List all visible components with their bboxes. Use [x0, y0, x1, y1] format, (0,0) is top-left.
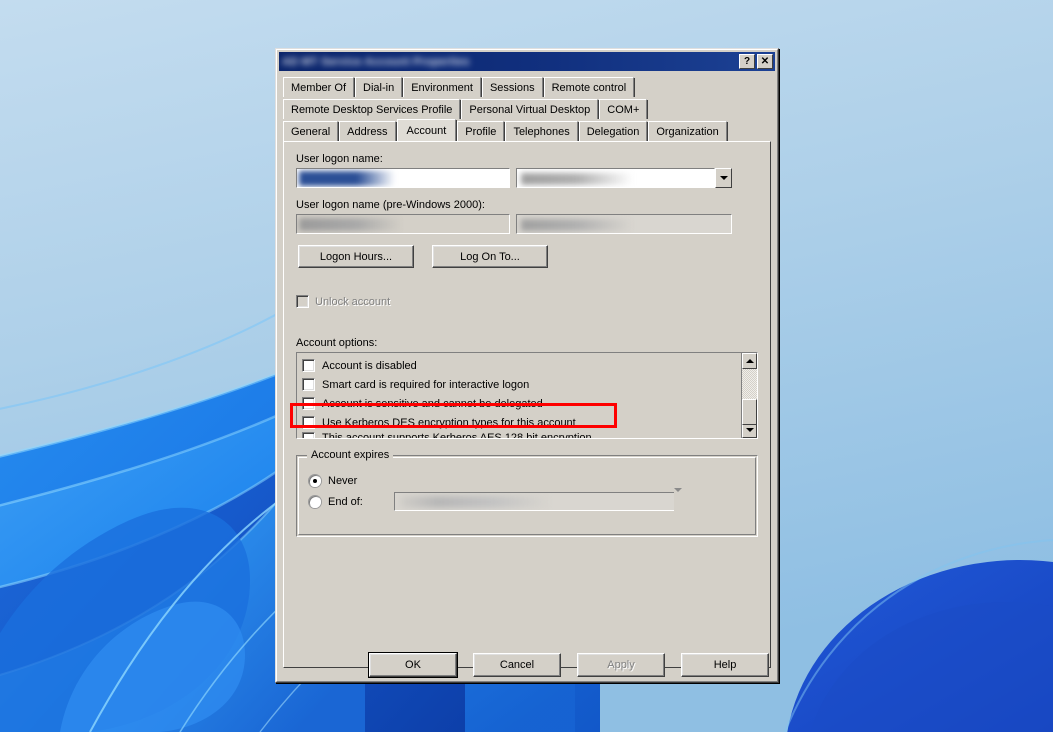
tab-strip: Member Of Dial-in Environment Sessions R…	[283, 76, 771, 141]
tab-account[interactable]: Account	[396, 119, 457, 141]
tab-organization[interactable]: Organization	[648, 121, 729, 141]
tab-profile[interactable]: Profile	[457, 121, 506, 141]
arrow-up-icon	[745, 359, 754, 363]
unlock-account-label: Unlock account	[315, 295, 391, 308]
list-item[interactable]: Use Kerberos DES encryption types for th…	[302, 413, 757, 432]
tab-row-2: Remote Desktop Services Profile Personal…	[283, 98, 771, 119]
user-logon-domain-combo[interactable]	[516, 168, 732, 188]
tab-delegation[interactable]: Delegation	[578, 121, 648, 141]
account-expires-title: Account expires	[307, 449, 394, 461]
pre-windows-name-input	[516, 214, 732, 234]
option-checkbox[interactable]	[302, 416, 315, 429]
chevron-down-icon	[719, 176, 728, 180]
log-on-to-button[interactable]: Log On To...	[432, 245, 548, 268]
arrow-down-icon	[745, 428, 754, 432]
tab-environment[interactable]: Environment	[403, 77, 482, 97]
radio-selected-dot	[313, 478, 317, 483]
account-properties-dialog: AD MT Service Account Properties ? ✕ Mem…	[275, 48, 779, 683]
scrollbar-thumb[interactable]	[742, 399, 757, 425]
tab-general[interactable]: General	[283, 121, 340, 141]
account-options-list: Account is disabled Smart card is requir…	[297, 353, 757, 439]
dialog-title: AD MT Service Account Properties	[282, 55, 470, 68]
never-label: Never	[328, 474, 358, 487]
pre-windows-name-field-group	[516, 214, 732, 234]
option-checkbox[interactable]	[302, 359, 315, 372]
listbox-scrollbar[interactable]	[741, 353, 757, 438]
user-logon-domain-field[interactable]	[516, 168, 715, 188]
list-item[interactable]: Smart card is required for interactive l…	[302, 375, 757, 394]
end-of-radio[interactable]	[309, 495, 321, 508]
redacted-value	[521, 219, 633, 231]
user-logon-name-input[interactable]	[296, 168, 510, 188]
tab-dial-in[interactable]: Dial-in	[355, 77, 404, 97]
pre-windows-2000-label: User logon name (pre-Windows 2000):	[296, 199, 485, 211]
account-tab-page: User logon name: User logon name (pre-Wi…	[283, 141, 771, 668]
tab-remote-control[interactable]: Remote control	[543, 77, 635, 97]
close-button[interactable]: ✕	[757, 54, 773, 69]
unlock-account-row: Unlock account	[296, 295, 758, 308]
account-options-listbox[interactable]: Account is disabled Smart card is requir…	[296, 352, 758, 439]
redacted-value	[299, 218, 403, 231]
scrollbar-track[interactable]	[742, 369, 757, 425]
list-item[interactable]: Account is disabled	[302, 356, 757, 375]
end-of-date-picker	[393, 488, 682, 511]
ok-button[interactable]: OK	[368, 652, 458, 678]
tab-row-1: Member Of Dial-in Environment Sessions R…	[283, 76, 771, 97]
tab-address[interactable]: Address	[339, 121, 397, 141]
help-footer-button[interactable]: Help	[681, 653, 769, 677]
list-item[interactable]: This account supports Kerberos AES 128 b…	[302, 432, 757, 439]
date-dropdown-button	[673, 488, 682, 511]
option-checkbox[interactable]	[302, 397, 315, 410]
account-options-label: Account options:	[296, 337, 378, 349]
option-label: Account is disabled	[322, 359, 417, 372]
logon-buttons-row: Logon Hours... Log On To...	[298, 245, 758, 268]
chevron-down-icon	[673, 488, 682, 504]
apply-button: Apply	[577, 653, 665, 677]
tab-telephones[interactable]: Telephones	[505, 121, 580, 141]
cancel-button[interactable]: Cancel	[473, 653, 561, 677]
dropdown-arrow-button[interactable]	[715, 168, 732, 188]
tab-remote-desktop-services-profile[interactable]: Remote Desktop Services Profile	[283, 99, 462, 119]
option-label: This account supports Kerberos AES 128 b…	[322, 432, 592, 439]
redacted-value	[299, 171, 395, 186]
option-label: Account is sensitive and cannot be deleg…	[322, 397, 543, 410]
user-logon-name-row	[296, 168, 758, 188]
option-checkbox[interactable]	[302, 432, 315, 438]
pre-windows-2000-row	[296, 214, 758, 234]
list-item-account-is-sensitive[interactable]: Account is sensitive and cannot be deleg…	[302, 394, 757, 413]
account-expires-group: Account expires Never End of:	[296, 449, 758, 537]
user-logon-name-label: User logon name:	[296, 153, 383, 165]
tab-personal-virtual-desktop[interactable]: Personal Virtual Desktop	[461, 99, 600, 119]
option-label: Use Kerberos DES encryption types for th…	[322, 416, 576, 429]
tab-member-of[interactable]: Member Of	[283, 77, 356, 97]
unlock-account-checkbox	[296, 295, 309, 308]
pre-windows-domain-input	[296, 214, 510, 234]
option-checkbox[interactable]	[302, 378, 315, 391]
end-of-label: End of:	[328, 495, 363, 508]
logon-hours-button[interactable]: Logon Hours...	[298, 245, 414, 268]
tab-sessions[interactable]: Sessions	[481, 77, 544, 97]
tab-row-3: General Address Account Profile Telephon…	[283, 119, 771, 141]
tab-com-plus[interactable]: COM+	[599, 99, 649, 119]
redacted-value	[521, 173, 633, 185]
account-expires-end-of-row[interactable]: End of:	[309, 488, 745, 512]
never-radio[interactable]	[309, 474, 321, 487]
scroll-up-button[interactable]	[742, 353, 757, 369]
dialog-footer: OK Cancel Apply Help	[276, 652, 778, 678]
option-label: Smart card is required for interactive l…	[322, 378, 530, 391]
dialog-titlebar[interactable]: AD MT Service Account Properties ? ✕	[279, 52, 775, 71]
redacted-value	[399, 496, 550, 508]
help-button[interactable]: ?	[739, 54, 755, 69]
end-of-date-field	[393, 492, 674, 511]
desktop: AD MT Service Account Properties ? ✕ Mem…	[0, 0, 1053, 732]
